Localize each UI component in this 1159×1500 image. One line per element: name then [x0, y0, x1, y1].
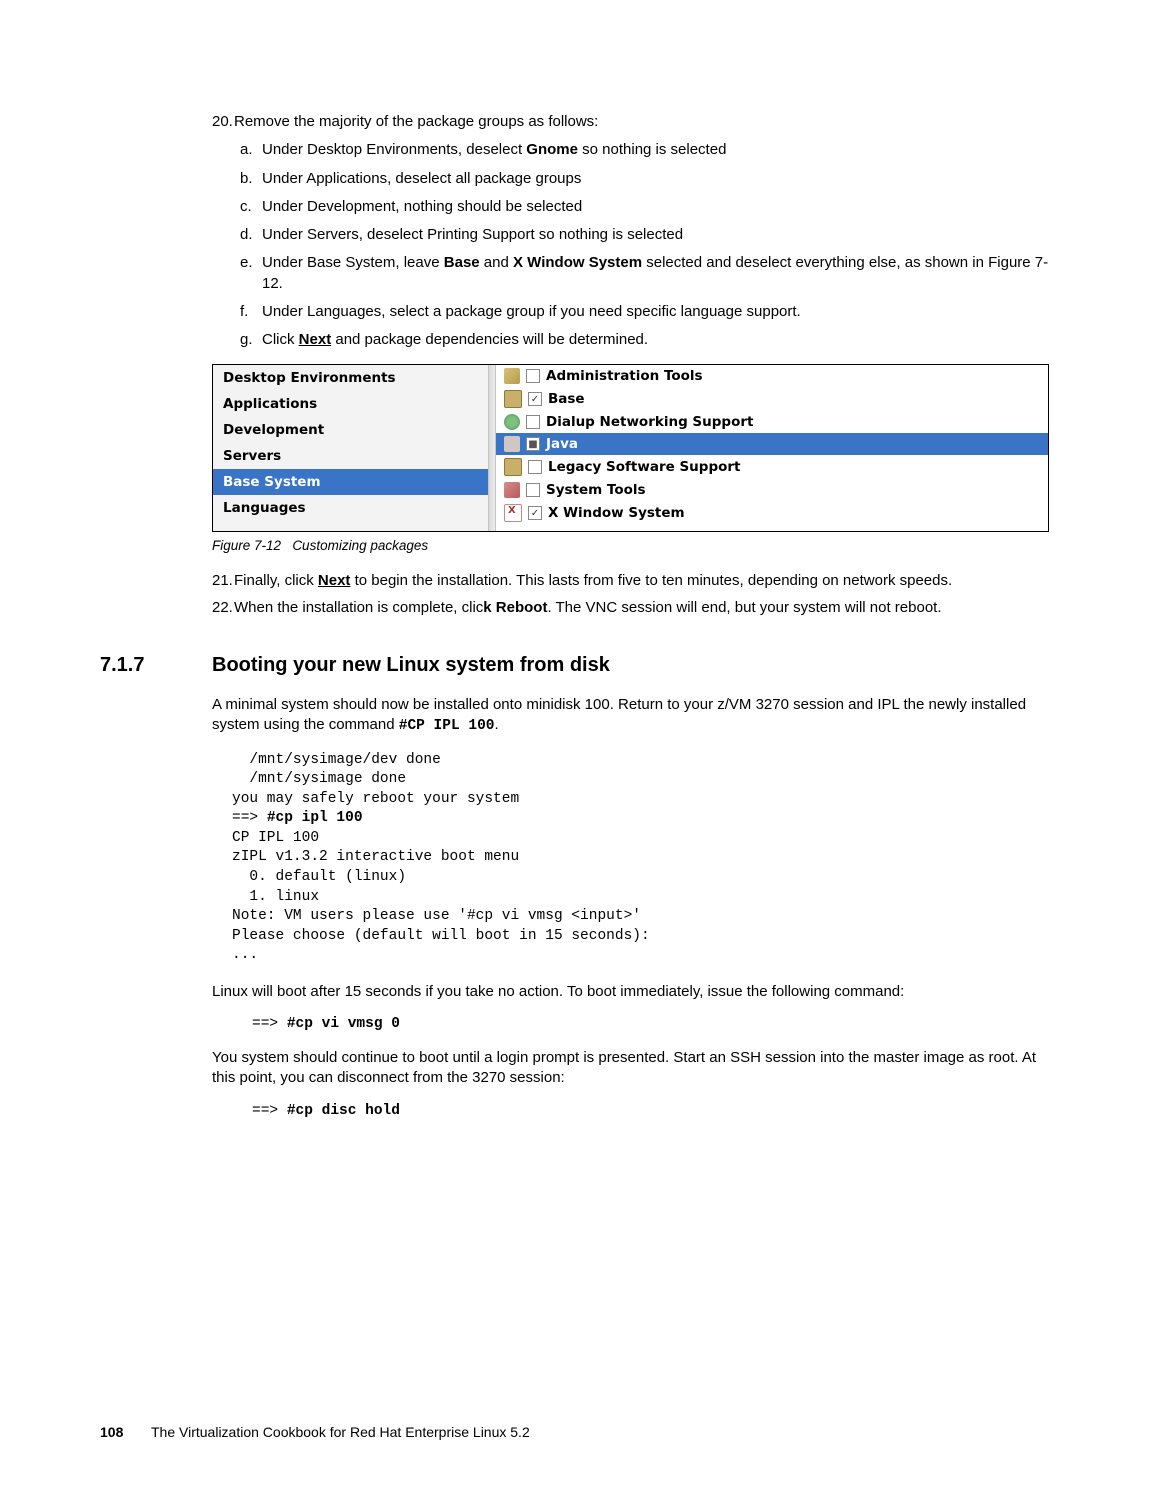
- wrench-icon: [504, 368, 520, 384]
- page-number: 108: [100, 1424, 123, 1440]
- section-title: Booting your new Linux system from disk: [212, 654, 610, 676]
- pkg-label: X Window System: [548, 505, 685, 521]
- section-heading: 7.1.7 Booting your new Linux system from…: [212, 654, 1049, 677]
- pkg-x-window-system[interactable]: ✓ X Window System: [496, 501, 1048, 525]
- code-block-1: /mnt/sysimage/dev done /mnt/sysimage don…: [232, 751, 1049, 966]
- substep-b: b.Under Applications, deselect all packa…: [240, 169, 1049, 189]
- pkg-label: Dialup Networking Support: [546, 414, 753, 430]
- step-list: 20.Remove the majority of the package gr…: [212, 112, 1049, 350]
- step-22: 22.When the installation is complete, cl…: [212, 598, 1049, 618]
- checkbox[interactable]: [528, 460, 542, 474]
- globe-icon: [504, 414, 520, 430]
- checkbox[interactable]: [526, 483, 540, 497]
- step-list-continued: 21.Finally, click Next to begin the inst…: [212, 571, 1049, 618]
- section-number: 7.1.7: [100, 654, 144, 677]
- category-development[interactable]: Development: [213, 417, 488, 443]
- checkbox[interactable]: [526, 369, 540, 383]
- pkg-system-tools[interactable]: System Tools: [496, 479, 1048, 501]
- pkg-label: Legacy Software Support: [548, 459, 741, 475]
- figure-caption: Figure 7-12 Customizing packages: [212, 538, 1049, 553]
- step-text: Remove the majority of the package group…: [234, 113, 598, 130]
- checkbox[interactable]: ✓: [528, 392, 542, 406]
- figure-7-12: Desktop Environments Applications Develo…: [212, 364, 1049, 532]
- pkg-legacy-software[interactable]: Legacy Software Support: [496, 455, 1048, 479]
- category-panel: Desktop Environments Applications Develo…: [213, 365, 488, 531]
- checkbox[interactable]: ■: [526, 437, 540, 451]
- next-label: Next: [299, 331, 332, 348]
- substep-e: e.Under Base System, leave Base and X Wi…: [240, 253, 1049, 294]
- substep-c: c.Under Development, nothing should be s…: [240, 197, 1049, 217]
- pkg-dialup-networking[interactable]: Dialup Networking Support: [496, 411, 1048, 433]
- panel-divider: [488, 365, 496, 531]
- x-window-icon: [504, 504, 522, 522]
- category-base-system[interactable]: Base System: [213, 469, 488, 495]
- box-icon: [504, 390, 522, 408]
- substep-d: d.Under Servers, deselect Printing Suppo…: [240, 225, 1049, 245]
- book-title: The Virtualization Cookbook for Red Hat …: [151, 1424, 530, 1440]
- inline-command: #CP IPL 100: [399, 718, 495, 734]
- pkg-java[interactable]: ■ Java: [496, 433, 1048, 455]
- category-languages[interactable]: Languages: [213, 495, 488, 521]
- substep-a: a.Under Desktop Environments, deselect G…: [240, 140, 1049, 160]
- category-applications[interactable]: Applications: [213, 391, 488, 417]
- step-number: 20.: [212, 112, 234, 132]
- next-label: Next: [318, 572, 351, 589]
- category-desktop-environments[interactable]: Desktop Environments: [213, 365, 488, 391]
- command-line-2: ==> #cp vi vmsg 0: [252, 1016, 1049, 1032]
- substep-list: a.Under Desktop Environments, deselect G…: [240, 140, 1049, 350]
- category-servers[interactable]: Servers: [213, 443, 488, 469]
- pkg-label: Base: [548, 391, 585, 407]
- section-para-2: Linux will boot after 15 seconds if you …: [212, 982, 1049, 1002]
- checkbox[interactable]: ✓: [528, 506, 542, 520]
- pkg-administration-tools[interactable]: Administration Tools: [496, 365, 1048, 387]
- step-21: 21.Finally, click Next to begin the inst…: [212, 571, 1049, 591]
- pkg-base[interactable]: ✓ Base: [496, 387, 1048, 411]
- section-para-1: A minimal system should now be installed…: [212, 695, 1049, 737]
- box-icon: [504, 458, 522, 476]
- pkg-label: Administration Tools: [546, 368, 703, 384]
- command-line-3: ==> #cp disc hold: [252, 1103, 1049, 1119]
- java-icon: [504, 436, 520, 452]
- tools-icon: [504, 482, 520, 498]
- section-para-3: You system should continue to boot until…: [212, 1048, 1049, 1089]
- package-panel: Administration Tools ✓ Base Dialup Netwo…: [496, 365, 1048, 531]
- pkg-label: Java: [546, 436, 578, 452]
- substep-f: f.Under Languages, select a package grou…: [240, 302, 1049, 322]
- substep-g: g.Click Next and package dependencies wi…: [240, 330, 1049, 350]
- checkbox[interactable]: [526, 415, 540, 429]
- pkg-label: System Tools: [546, 482, 646, 498]
- page-footer: 108 The Virtualization Cookbook for Red …: [100, 1424, 530, 1440]
- step-20: 20.Remove the majority of the package gr…: [212, 112, 1049, 350]
